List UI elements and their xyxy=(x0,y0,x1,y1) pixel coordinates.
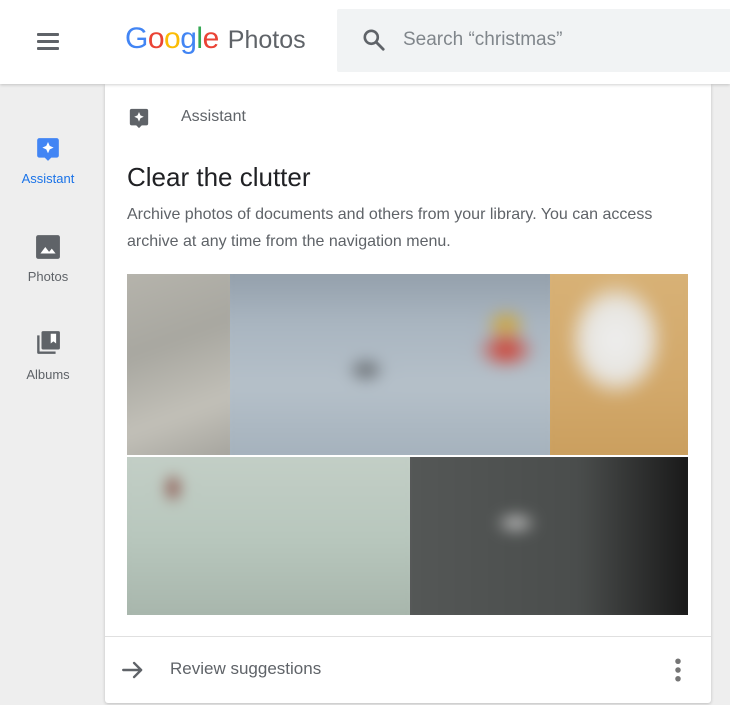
main-menu-button[interactable] xyxy=(30,28,64,56)
document-photo-thumbnail[interactable] xyxy=(127,457,410,615)
document-photo-thumbnail[interactable] xyxy=(410,457,688,615)
nav-item-photos[interactable]: Photos xyxy=(0,226,96,306)
logo-letter: o xyxy=(147,22,165,55)
menu-bar xyxy=(37,33,59,36)
more-vert-icon[interactable] xyxy=(663,655,693,685)
blurred-photo xyxy=(127,457,410,615)
review-suggestions-button[interactable]: Review suggestions xyxy=(105,637,625,703)
search-icon[interactable] xyxy=(361,27,387,53)
search-bar[interactable] xyxy=(337,9,730,72)
card-footer: Review suggestions xyxy=(105,636,711,703)
assistant-icon xyxy=(129,108,149,129)
nav-item-albums[interactable]: Albums xyxy=(0,324,96,404)
google-photos-logo[interactable]: Google Photos xyxy=(125,22,306,62)
side-navigation: Assistant Photos Albums xyxy=(0,84,96,705)
search-input[interactable] xyxy=(401,23,721,57)
card-source-label: Assistant xyxy=(181,108,246,125)
google-wordmark: Google xyxy=(125,22,219,56)
card-description: Archive photos of documents and others f… xyxy=(127,206,653,250)
albums-icon xyxy=(37,331,60,354)
assistant-card: Assistant Clear the clutter Archive phot… xyxy=(105,84,711,703)
review-suggestions-label: Review suggestions xyxy=(170,659,322,678)
blurred-photo xyxy=(230,274,550,455)
logo-letter: o xyxy=(164,22,181,55)
document-photo-thumbnail[interactable] xyxy=(230,274,550,455)
card-title: Clear the clutter xyxy=(127,162,311,192)
blurred-photo xyxy=(410,457,688,615)
nav-label-assistant: Assistant xyxy=(21,171,75,186)
blurred-photo xyxy=(127,274,230,455)
photo-icon xyxy=(36,235,60,259)
nav-label-albums: Albums xyxy=(26,367,70,382)
menu-bar xyxy=(37,47,59,50)
logo-letter: e xyxy=(202,22,220,55)
document-photo-thumbnail[interactable] xyxy=(550,274,688,455)
product-name: Photos xyxy=(227,26,306,54)
top-app-bar: Google Photos xyxy=(0,0,730,84)
menu-bar xyxy=(37,40,59,43)
blurred-photo xyxy=(550,274,688,455)
arrow-right-icon xyxy=(122,661,143,679)
logo-letter: G xyxy=(125,22,148,55)
nav-label-photos: Photos xyxy=(27,269,69,284)
document-photo-thumbnail[interactable] xyxy=(127,274,230,455)
assistant-icon xyxy=(37,138,59,161)
nav-item-assistant[interactable]: Assistant xyxy=(0,128,96,208)
photo-collage[interactable] xyxy=(127,274,688,615)
logo-letter: g xyxy=(180,22,197,55)
